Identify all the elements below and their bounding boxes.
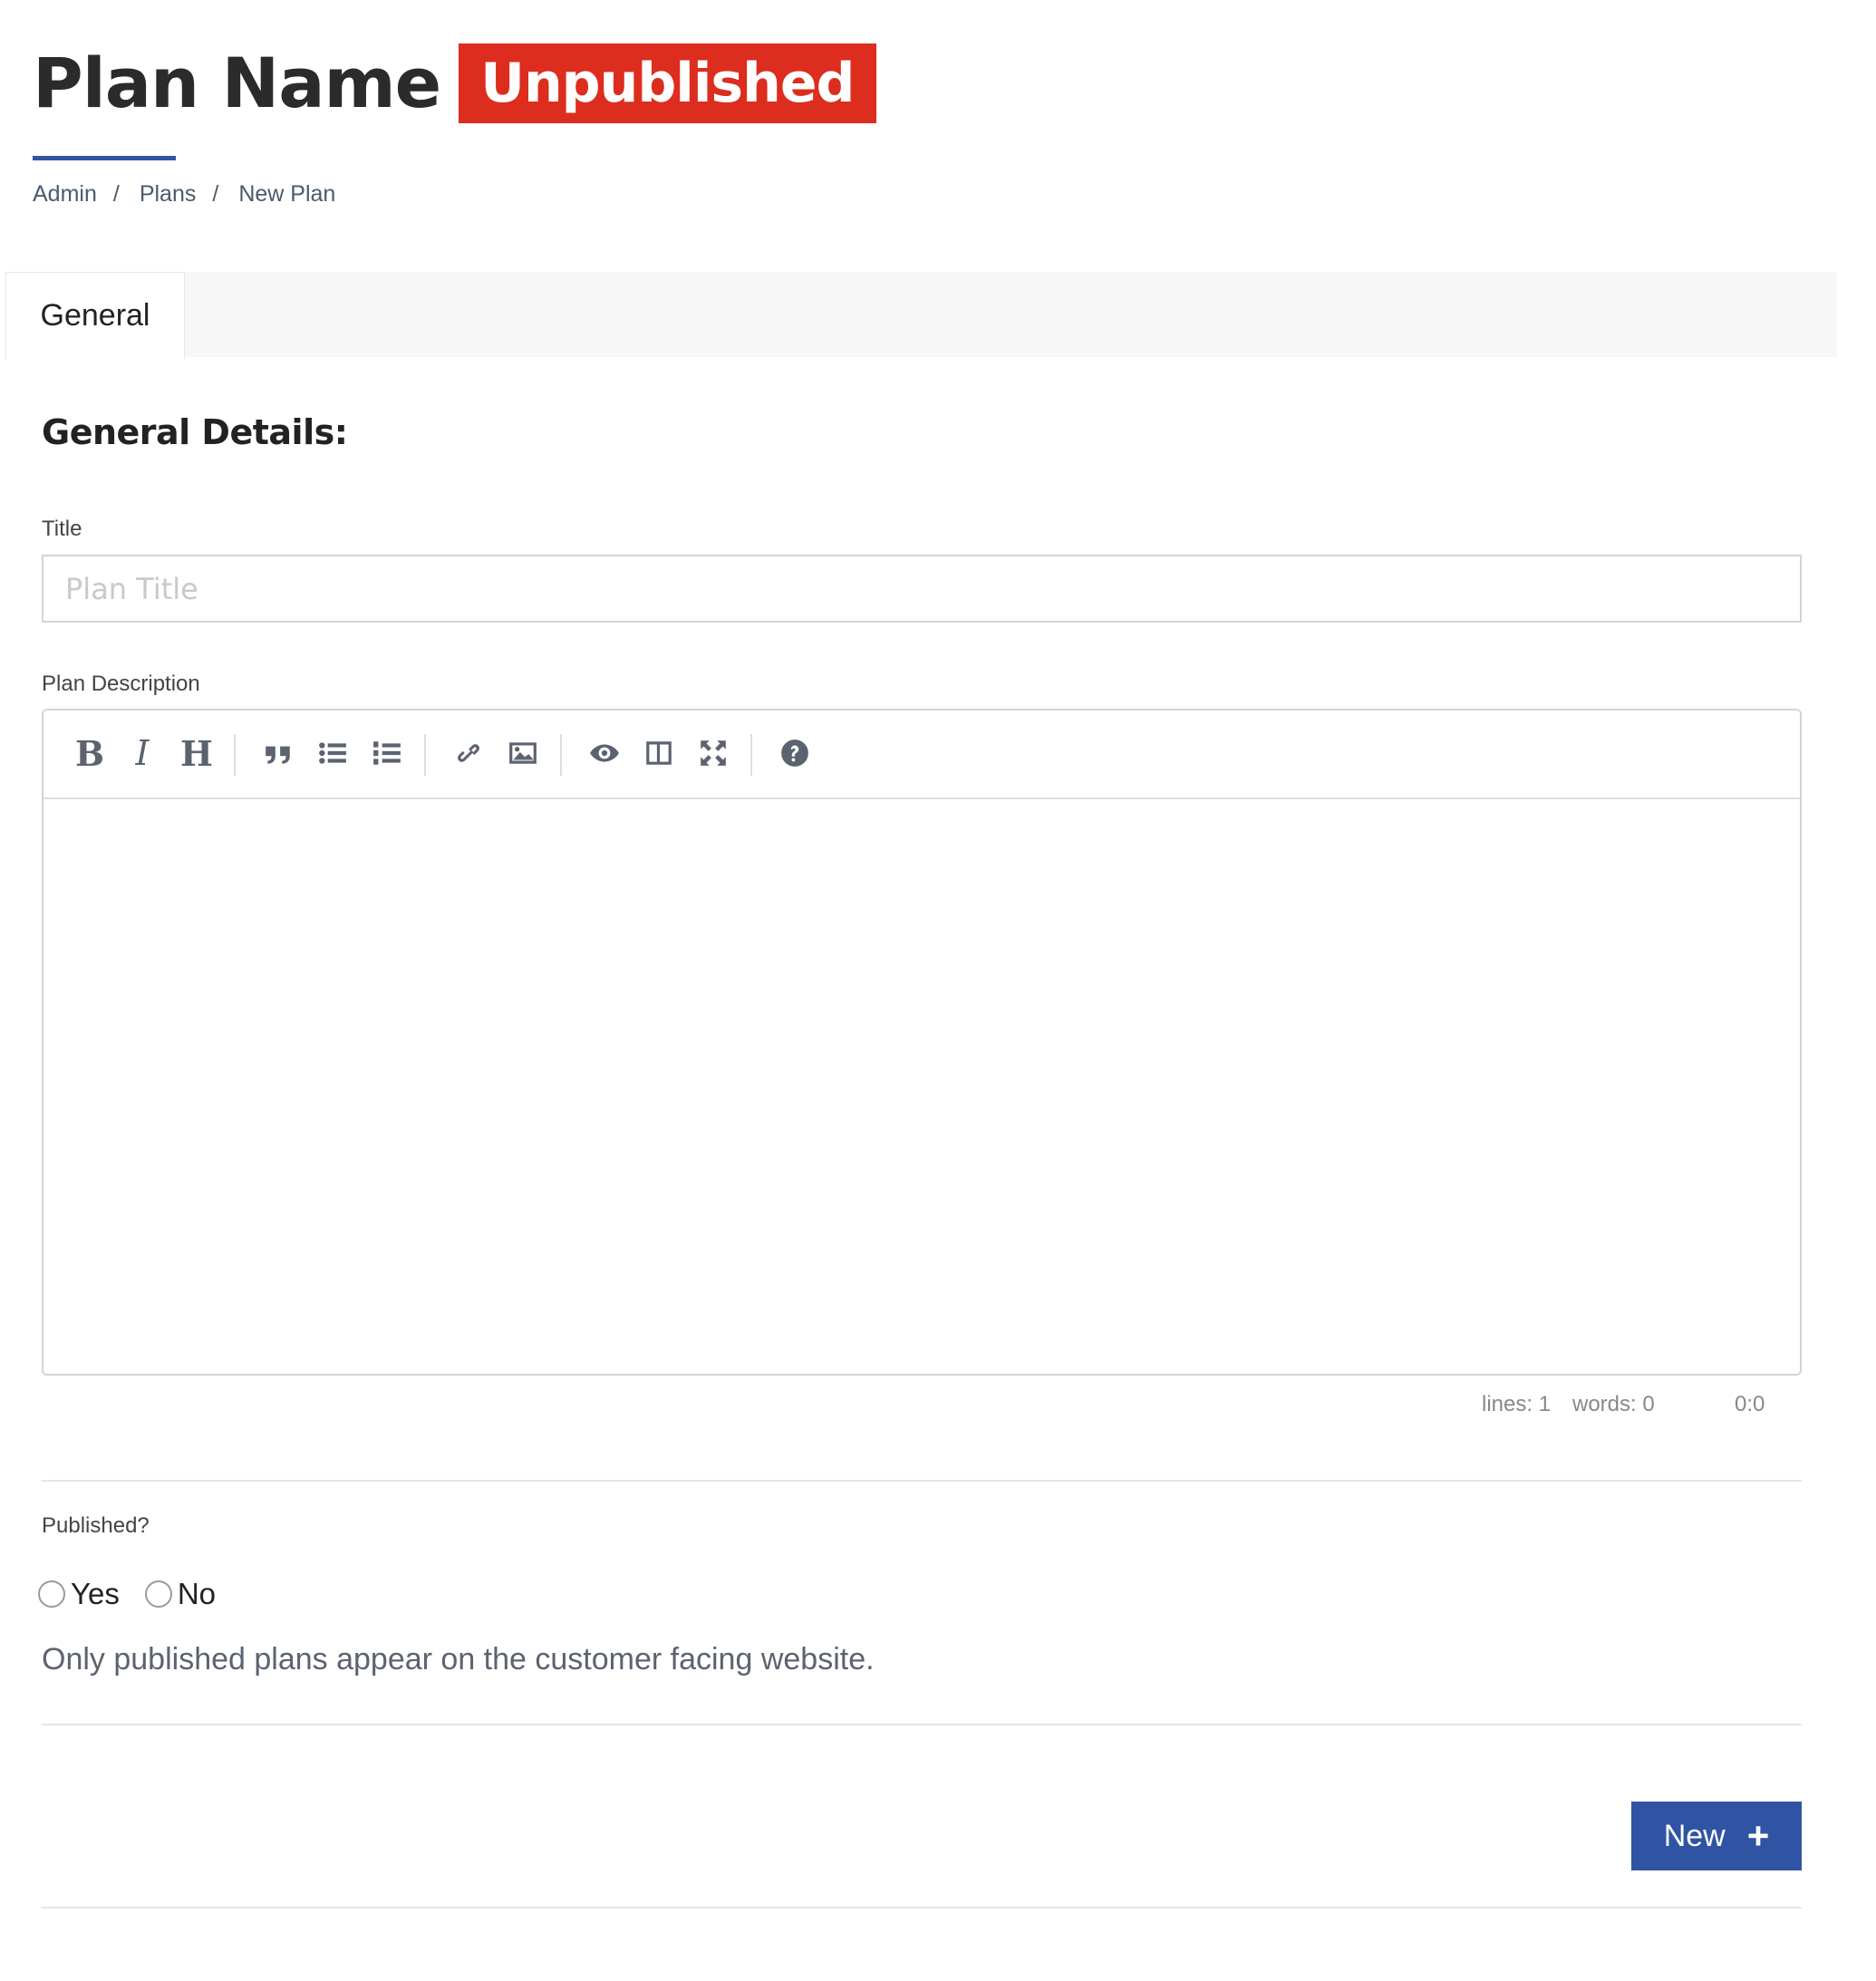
new-button-label: New (1663, 1818, 1726, 1853)
radio-no[interactable] (144, 1580, 172, 1608)
breadcrumb-separator: / (112, 181, 120, 207)
new-button[interactable]: New + (1631, 1802, 1802, 1870)
italic-icon[interactable]: I (120, 730, 165, 776)
help-icon[interactable] (772, 730, 817, 776)
tab-bar: General (5, 272, 1837, 359)
editor-toolbar: B I H (44, 710, 1800, 799)
unordered-list-icon[interactable] (310, 730, 355, 776)
quote-icon[interactable] (256, 730, 301, 776)
title-underline (33, 156, 176, 160)
published-label: Published? (42, 1513, 150, 1538)
heading-icon[interactable]: H (174, 730, 219, 776)
published-no-option[interactable]: No (144, 1577, 217, 1611)
plus-icon: + (1746, 1814, 1770, 1857)
side-by-side-icon[interactable] (636, 730, 682, 776)
breadcrumb: Admin / Plans / New Plan (33, 181, 335, 208)
markdown-editor: B I H (42, 709, 1802, 1376)
published-radio-group: Yes No (38, 1577, 241, 1611)
editor-lines-count: lines: 1 (1482, 1392, 1552, 1416)
section-heading: General Details: (42, 412, 348, 452)
editor-text-area[interactable] (44, 799, 1800, 1376)
published-help-text: Only published plans appear on the custo… (42, 1642, 875, 1677)
divider (42, 1907, 1802, 1909)
radio-no-label: No (177, 1577, 217, 1610)
preview-icon[interactable] (582, 730, 627, 776)
page-title: Plan Name (33, 43, 441, 123)
toolbar-separator (560, 734, 562, 776)
status-badge: Unpublished (459, 43, 876, 123)
editor-cursor-position: 0:0 (1735, 1392, 1765, 1416)
radio-yes[interactable] (38, 1580, 65, 1608)
tab-general[interactable]: General (5, 272, 185, 359)
description-label: Plan Description (42, 672, 200, 696)
page-title-wrapper: Plan Name Unpublished (33, 42, 876, 125)
image-icon[interactable] (500, 730, 546, 776)
breadcrumb-current: New Plan (238, 181, 336, 207)
fullscreen-icon[interactable] (691, 730, 736, 776)
link-icon[interactable] (446, 730, 491, 776)
radio-yes-label: Yes (71, 1577, 120, 1610)
ordered-list-icon[interactable] (364, 730, 410, 776)
bold-icon[interactable]: B (67, 730, 112, 776)
divider (42, 1724, 1802, 1725)
title-label: Title (42, 517, 82, 541)
breadcrumb-separator: / (212, 181, 219, 207)
toolbar-separator (424, 734, 426, 776)
published-yes-option[interactable]: Yes (38, 1577, 120, 1611)
breadcrumb-admin-link[interactable]: Admin (33, 181, 97, 208)
toolbar-separator (750, 734, 752, 776)
title-input[interactable] (42, 555, 1802, 623)
breadcrumb-plans-link[interactable]: Plans (140, 181, 197, 208)
divider (42, 1480, 1802, 1482)
editor-words-count: words: 0 (1572, 1392, 1655, 1416)
toolbar-separator (234, 734, 236, 776)
